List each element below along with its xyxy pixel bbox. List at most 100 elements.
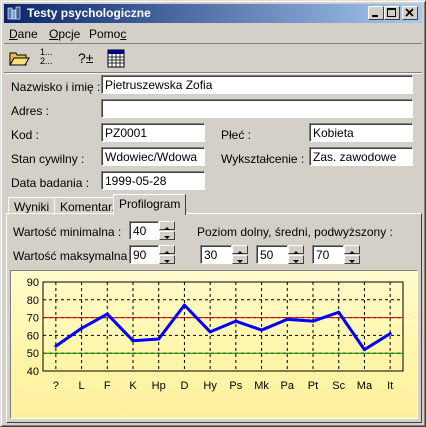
menu-pomoc[interactable]: Pomoc — [89, 27, 126, 41]
folder-open-icon — [9, 52, 30, 66]
profilogram-svg: 90 80 70 60 50 40? L F K Hp D Hy Ps Mk Pa Pt Sc Ma It — [27, 277, 404, 392]
x-tick-label: D — [180, 380, 188, 392]
y-tick-label: 90 — [27, 277, 39, 289]
exam-date-field[interactable]: 1999-05-28 — [101, 171, 205, 190]
menu-dane-accel: D — [9, 27, 18, 41]
x-tick-label: It — [387, 380, 393, 392]
level-low-field[interactable]: 30 — [200, 245, 232, 264]
min-value-field[interactable]: 40 — [129, 221, 159, 240]
sex-field[interactable]: Kobieta — [309, 123, 413, 142]
min-value-spinner[interactable] — [159, 221, 175, 240]
arrow-up-icon — [349, 251, 355, 254]
x-tick-label: Sc — [332, 380, 345, 392]
level-high-spinner[interactable] — [344, 245, 360, 264]
x-tick-label: Ps — [229, 380, 242, 392]
open-button[interactable] — [7, 46, 31, 70]
spin-up-button[interactable] — [159, 221, 175, 230]
menu-dane[interactable]: Dane — [9, 27, 38, 41]
level-mid-spinner[interactable] — [288, 245, 304, 264]
spin-down-button[interactable] — [159, 255, 175, 264]
toolbar: 1... 2... ?± — [4, 43, 422, 73]
education-field[interactable]: Zas. zawodowe — [309, 147, 413, 166]
spin-up-button[interactable] — [232, 245, 248, 254]
marital-status-field[interactable]: Wdowiec/Wdowa — [101, 147, 205, 166]
level-mid-field[interactable]: 50 — [256, 245, 288, 264]
max-value-label: Wartość maksymalna : — [13, 249, 134, 263]
level-low-spinner[interactable] — [232, 245, 248, 264]
y-tick-label: 70 — [27, 313, 39, 325]
arrow-down-icon — [237, 260, 243, 263]
data-point — [234, 319, 238, 323]
maximize-button[interactable] — [384, 6, 400, 20]
min-value-label: Wartość minimalna : — [13, 225, 122, 239]
data-point — [362, 348, 366, 352]
arrow-up-icon — [164, 227, 170, 230]
spin-up-button[interactable] — [288, 245, 304, 254]
spin-down-button[interactable] — [344, 255, 360, 264]
max-value-field[interactable]: 90 — [129, 245, 159, 264]
marital-status-label: Stan cywilny : — [11, 152, 85, 166]
close-icon — [405, 8, 414, 17]
maximize-icon — [387, 8, 396, 17]
x-tick-label: Ma — [357, 380, 373, 392]
data-point — [337, 310, 341, 314]
name-field[interactable]: Pietruszewska Zofia — [101, 75, 413, 94]
max-value-spinner[interactable] — [159, 245, 175, 264]
y-tick-label: 50 — [27, 348, 39, 360]
data-point — [54, 344, 58, 348]
menu-opcje-post: pcje — [58, 27, 81, 41]
code-field[interactable]: PZ0001 — [101, 123, 205, 142]
data-point — [208, 330, 212, 334]
spin-up-button[interactable] — [344, 245, 360, 254]
data-point — [285, 317, 289, 321]
arrow-down-icon — [164, 236, 170, 239]
arrow-down-icon — [293, 260, 299, 263]
minimize-button[interactable] — [368, 6, 384, 20]
arrow-up-icon — [293, 251, 299, 254]
x-tick-label: Pa — [281, 380, 295, 392]
arrow-up-icon — [164, 251, 170, 254]
exam-date-label: Data badania : — [11, 176, 90, 190]
address-field[interactable] — [101, 99, 413, 118]
help-button[interactable]: ?± — [78, 46, 102, 70]
x-tick-label: F — [104, 380, 111, 392]
calendar-button[interactable] — [104, 46, 128, 70]
menu-opcje[interactable]: Opcje — [49, 27, 80, 41]
y-tick-label: 60 — [27, 330, 39, 342]
data-point — [157, 337, 161, 341]
menu-opcje-accel: O — [49, 27, 59, 41]
arrow-down-icon — [164, 260, 170, 263]
x-tick-label: ? — [53, 380, 59, 392]
code-label: Kod : — [11, 128, 40, 142]
application-window: Testy psychologiczne Dane Opcje Pomoc 1.… — [0, 0, 426, 427]
levels-label: Poziom dolny, średni, podwyższony : — [197, 225, 393, 239]
title-bar[interactable]: Testy psychologiczne — [4, 4, 422, 23]
spin-up-button[interactable] — [159, 245, 175, 254]
y-tick-label: 40 — [27, 366, 39, 378]
menu-pomoc-pre: Pomo — [89, 27, 121, 41]
data-point — [131, 339, 135, 343]
spin-down-button[interactable] — [288, 255, 304, 264]
data-point — [80, 326, 84, 330]
data-point — [260, 328, 264, 332]
numbered-icon-line-2: 2... — [40, 56, 53, 66]
x-tick-label: Pt — [308, 380, 318, 392]
window-title: Testy psychologiczne — [27, 6, 151, 20]
x-tick-label: Hy — [203, 380, 217, 392]
level-high-field[interactable]: 70 — [312, 245, 344, 264]
address-label: Adres : — [11, 104, 50, 118]
tab-profilogram[interactable]: Profilogram — [113, 194, 187, 215]
x-tick-label: Mk — [254, 380, 269, 392]
data-point — [105, 312, 109, 316]
form-separator — [4, 72, 422, 74]
numbered-list-button[interactable]: 1... 2... — [40, 46, 64, 70]
name-label: Nazwisko i imię : — [11, 80, 101, 94]
spin-down-button[interactable] — [159, 231, 175, 240]
x-tick-label: Hp — [152, 380, 166, 392]
help-icon: ?± — [78, 50, 94, 66]
calendar-icon — [107, 49, 125, 68]
close-button[interactable] — [402, 6, 418, 20]
x-tick-label: K — [129, 380, 137, 392]
spin-down-button[interactable] — [232, 255, 248, 264]
arrow-up-icon — [237, 251, 243, 254]
